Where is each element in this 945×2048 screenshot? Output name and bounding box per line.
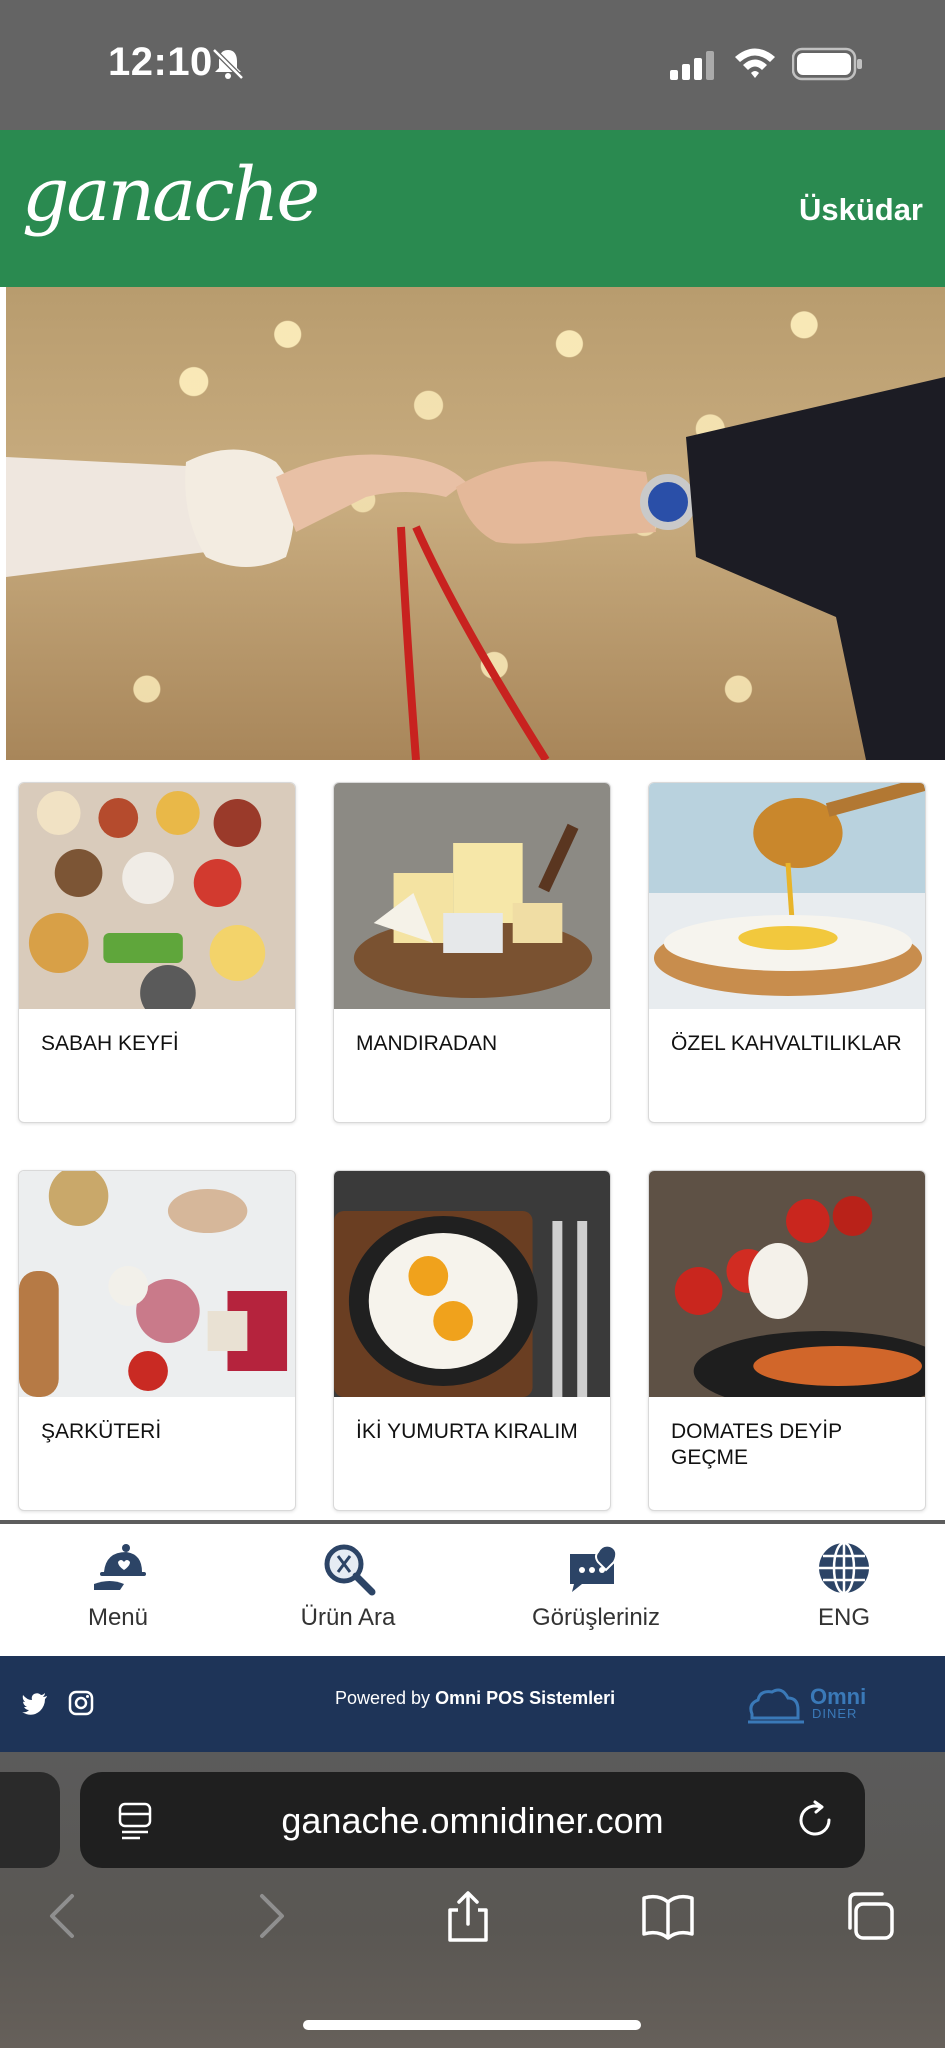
tabs-icon[interactable] [844,1890,896,1942]
nav-item-feedback[interactable]: Görüşleriniz [478,1524,714,1656]
twitter-icon[interactable] [22,1692,48,1716]
category-image-domates-deyip-gecme [649,1171,925,1397]
bell-muted-icon [212,48,244,80]
category-image-ozel-kahvaltiliklar [649,783,925,1009]
nav-label: Görüşleriniz [531,1604,661,1631]
previous-tab-preview[interactable] [0,1772,60,1868]
search-icon [324,1544,376,1596]
category-label: ŞARKÜTERİ [41,1420,162,1443]
site-footer: Powered by Omni POS Sistemleri Omni DINE… [0,1656,945,1752]
home-indicator[interactable] [303,2020,641,2030]
site-header: ganache Üsküdar [0,130,945,287]
url-text[interactable]: ganache.omnidiner.com [80,1800,865,1842]
bottom-navigation: Menü Ürün Ara Görüşleriniz ENG [0,1520,945,1656]
nav-item-search[interactable]: Ürün Ara [230,1524,466,1656]
nav-label: Menü [87,1604,149,1631]
category-label: İKİ YUMURTA KIRALIM [356,1420,578,1443]
powered-brand[interactable]: Omni POS Sistemleri [435,1688,615,1708]
category-card-iki-yumurta-kiralim[interactable]: İKİ YUMURTA KIRALIM [333,1170,611,1511]
category-label: ÖZEL KAHVALTILIKLAR [671,1032,902,1055]
powered-prefix: Powered by [335,1688,431,1708]
ganache-logo[interactable]: ganache [22,152,320,238]
category-card-domates-deyip-gecme[interactable]: DOMATES DEYİP GEÇME [648,1170,926,1511]
address-bar[interactable]: ganache.omnidiner.com [80,1772,865,1868]
category-label: SABAH KEYFİ [41,1032,179,1055]
nav-item-language[interactable]: ENG [726,1524,945,1656]
globe-icon [819,1541,869,1595]
forward-icon[interactable] [244,1890,296,1942]
feedback-heart-icon [570,1544,618,1592]
category-image-mandiradan [334,783,610,1009]
category-image-sabah-keyfi [19,783,295,1009]
nav-label: ENG [817,1604,870,1631]
category-card-sabah-keyfi[interactable]: SABAH KEYFİ [18,782,296,1123]
category-image-iki-yumurta-kiralim [334,1171,610,1397]
cellular-signal-icon [670,51,714,80]
powered-by-text: Powered by Omni POS Sistemleri [335,1688,615,1709]
omni-diner-logo: Omni DINER [748,1684,868,1724]
status-bar: 12:10 [0,0,945,130]
nav-item-menu[interactable]: Menü [0,1524,236,1656]
category-card-mandiradan[interactable]: MANDIRADAN [333,782,611,1123]
browser-chrome: ganache.omnidiner.com [0,1752,945,2048]
category-grid: SABAH KEYFİ MANDIRADAN ÖZEL KAHVALTILIKL… [0,760,945,1520]
reload-icon[interactable] [795,1800,835,1840]
share-icon[interactable] [442,1890,494,1942]
category-image-sarkuteri [19,1171,295,1397]
wifi-icon [735,48,775,78]
cloche-icon [94,1544,146,1590]
battery-icon [792,47,862,81]
back-icon[interactable] [38,1890,90,1942]
instagram-icon[interactable] [68,1690,94,1716]
category-label: DOMATES DEYİP GEÇME [671,1420,842,1469]
nav-label: Ürün Ara [300,1604,396,1631]
category-card-ozel-kahvaltiliklar[interactable]: ÖZEL KAHVALTILIKLAR [648,782,926,1123]
bookmarks-icon[interactable] [642,1890,694,1942]
status-time: 12:10 [108,40,213,84]
category-label: MANDIRADAN [356,1032,498,1055]
hero-banner-image [6,287,945,760]
category-card-sarkuteri[interactable]: ŞARKÜTERİ [18,1170,296,1511]
omni-logo-subtext: DINER [812,1706,858,1721]
branch-location[interactable]: Üsküdar [799,192,923,228]
